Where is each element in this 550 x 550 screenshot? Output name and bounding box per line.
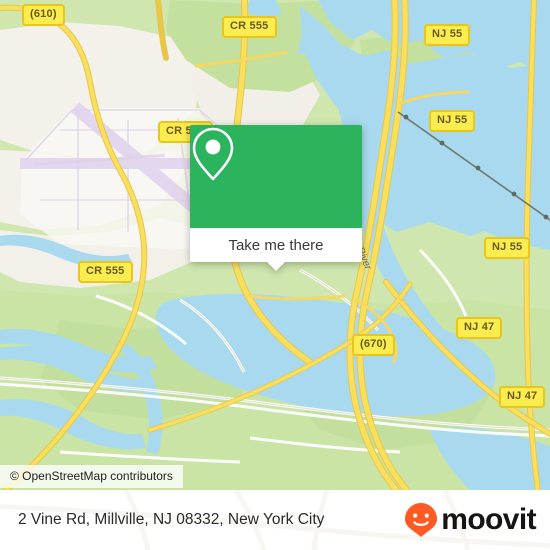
road-shield-cr555-top[interactable]: CR 555 (222, 16, 277, 38)
take-me-there-label: Take me there (228, 236, 324, 254)
popup-pointer-tip (266, 261, 286, 271)
address-text: 2 Vine Rd, Millville, NJ 08332, New York… (18, 511, 325, 528)
popup-action-bar[interactable]: Take me there (190, 228, 362, 262)
map-attribution[interactable]: © OpenStreetMap contributors (0, 465, 183, 488)
road-shield-cr555-left[interactable]: CR 555 (78, 261, 133, 283)
footer-bar: 2 Vine Rd, Millville, NJ 08332, New York… (0, 490, 550, 550)
road-shield-nj47-lower[interactable]: NJ 47 (499, 386, 546, 408)
location-pin-icon (192, 127, 234, 181)
road-shield-nj47-upper[interactable]: NJ 47 (456, 317, 503, 339)
moovit-smiley-pin-icon (405, 503, 438, 537)
road-shield-670[interactable]: (670) (352, 334, 395, 356)
moovit-map-screen: (610) CR 555 NJ 55 CR 555 NJ 55 NJ 55 CR… (0, 0, 550, 550)
popup-header (190, 125, 362, 228)
road-shield-nj55-right[interactable]: NJ 55 (484, 237, 531, 259)
moovit-wordmark: moovit (441, 503, 536, 536)
road-shield-nj55-upper[interactable]: NJ 55 (429, 110, 476, 132)
map-canvas[interactable]: (610) CR 555 NJ 55 CR 555 NJ 55 NJ 55 CR… (0, 0, 550, 490)
road-shield-nj55-top[interactable]: NJ 55 (424, 24, 471, 46)
moovit-logo[interactable]: moovit (404, 502, 537, 538)
road-shield-610-north[interactable]: (610) (22, 4, 65, 26)
location-popup[interactable]: Take me there (190, 125, 362, 271)
